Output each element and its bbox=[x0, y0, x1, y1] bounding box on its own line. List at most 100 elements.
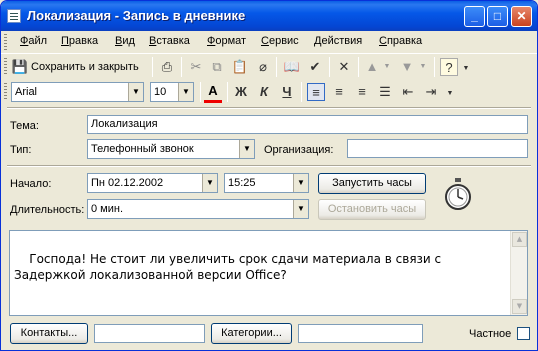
menu-format[interactable]: Формат bbox=[207, 35, 246, 47]
next-dropdown-icon[interactable]: ▼ bbox=[414, 58, 432, 76]
toolbar-separator bbox=[227, 82, 228, 102]
delete-icon[interactable]: ✕ bbox=[335, 58, 353, 76]
check-names-icon[interactable]: ✔ bbox=[306, 58, 324, 76]
close-icon: ✕ bbox=[516, 9, 527, 23]
menu-actions[interactable]: Действия bbox=[314, 35, 362, 47]
company-input[interactable] bbox=[347, 139, 528, 158]
minimize-button[interactable]: _ bbox=[464, 6, 485, 27]
toolbar-separator bbox=[276, 57, 277, 77]
cut-icon[interactable]: ✂ bbox=[187, 58, 205, 76]
toolbar-separator bbox=[329, 57, 330, 77]
duration-select[interactable]: 0 мин. ▼ bbox=[87, 199, 309, 219]
start-label: Начало: bbox=[10, 178, 52, 190]
font-size-select[interactable]: 10 ▼ bbox=[150, 82, 194, 102]
duration-value: 0 мин. bbox=[91, 203, 124, 215]
menu-help[interactable]: Справка bbox=[379, 35, 422, 47]
align-right-icon[interactable]: ≡ bbox=[353, 83, 371, 101]
maximize-button[interactable]: □ bbox=[487, 6, 508, 27]
contacts-button[interactable]: Контакты... bbox=[10, 323, 88, 344]
menu-tools[interactable]: Сервис bbox=[261, 35, 299, 47]
subject-label: Тема: bbox=[10, 120, 39, 132]
company-label: Организация: bbox=[264, 144, 334, 156]
chevron-down-icon[interactable]: ▼ bbox=[128, 83, 143, 101]
align-center-icon[interactable]: ≡ bbox=[330, 83, 348, 101]
copy-icon[interactable]: ⧉ bbox=[208, 58, 226, 76]
font-name-select[interactable]: Arial ▼ bbox=[11, 82, 144, 102]
window-title: Локализация - Запись в дневнике bbox=[27, 8, 246, 23]
toolbar-options-icon[interactable]: ▼ bbox=[441, 85, 459, 103]
previous-dropdown-icon[interactable]: ▼ bbox=[378, 58, 396, 76]
align-left-icon[interactable]: ≡ bbox=[307, 83, 325, 101]
start-time-select[interactable]: 15:25 ▼ bbox=[224, 173, 309, 193]
menu-view[interactable]: Вид bbox=[115, 35, 135, 47]
close-button[interactable]: ✕ bbox=[511, 6, 532, 27]
title-bar[interactable]: Локализация - Запись в дневнике _ □ ✕ bbox=[1, 1, 537, 31]
increase-indent-icon[interactable]: ⇥ bbox=[422, 83, 440, 101]
toolbar-separator bbox=[434, 57, 435, 77]
toolbar-grip[interactable] bbox=[4, 58, 7, 76]
floppy-disk-icon: 💾 bbox=[11, 59, 29, 74]
entry-type-value: Телефонный звонок bbox=[91, 143, 194, 155]
divider bbox=[7, 165, 531, 167]
categories-button[interactable]: Категории... bbox=[211, 323, 292, 344]
toolbar-separator bbox=[200, 82, 201, 102]
categories-input[interactable] bbox=[298, 324, 423, 343]
subject-input[interactable]: Локализация bbox=[87, 115, 528, 134]
help-icon[interactable]: ? bbox=[440, 58, 458, 76]
chevron-down-icon[interactable]: ▼ bbox=[178, 83, 193, 101]
private-checkbox[interactable] bbox=[517, 327, 530, 340]
menu-file[interactable]: Файл bbox=[20, 35, 47, 47]
start-time-value: 15:25 bbox=[228, 177, 256, 189]
font-color-icon[interactable]: A bbox=[204, 83, 222, 103]
start-date-select[interactable]: Пн 02.12.2002 ▼ bbox=[87, 173, 218, 193]
journal-icon bbox=[7, 9, 21, 23]
notes-text: Господа! Не стоит ли увеличить срок сдач… bbox=[14, 252, 442, 282]
start-timer-button[interactable]: Запустить часы bbox=[318, 173, 426, 194]
chevron-down-icon[interactable]: ▼ bbox=[239, 140, 254, 158]
private-label: Частное bbox=[469, 328, 512, 340]
formatting-toolbar: Arial ▼ 10 ▼ A Ж К Ч ≡ ≡ ≡ ☰ ⇤ ⇥ ▼ bbox=[1, 79, 537, 105]
chevron-down-icon[interactable]: ▼ bbox=[293, 200, 308, 218]
scroll-down-icon[interactable]: ▼ bbox=[512, 299, 527, 314]
font-size-value: 10 bbox=[154, 86, 167, 98]
contacts-input[interactable] bbox=[94, 324, 205, 343]
address-book-icon[interactable]: 📖 bbox=[283, 58, 301, 76]
chevron-down-icon[interactable]: ▼ bbox=[293, 174, 308, 192]
type-label: Тип: bbox=[10, 144, 32, 156]
bold-button[interactable]: Ж bbox=[232, 83, 250, 101]
toolbar-separator bbox=[181, 57, 182, 77]
maximize-icon: □ bbox=[493, 9, 502, 23]
chevron-down-icon[interactable]: ▼ bbox=[202, 174, 217, 192]
notes-textarea[interactable]: Господа! Не стоит ли увеличить срок сдач… bbox=[9, 230, 528, 316]
toolbar-separator bbox=[301, 82, 302, 102]
toolbar-grip[interactable] bbox=[4, 83, 7, 101]
entry-type-select[interactable]: Телефонный звонок ▼ bbox=[87, 139, 255, 159]
stop-timer-button[interactable]: Остановить часы bbox=[318, 199, 426, 220]
italic-button[interactable]: К bbox=[255, 83, 273, 101]
save-and-close-label: Сохранить и закрыть bbox=[31, 61, 139, 73]
standard-toolbar: 💾 Сохранить и закрыть ⎙ ✂ ⧉ 📋 ⌀ 📖 ✔ ✕ ▲ … bbox=[1, 53, 537, 79]
toolbar-separator bbox=[152, 57, 153, 77]
underline-button[interactable]: Ч bbox=[278, 83, 296, 101]
attach-icon[interactable]: ⌀ bbox=[254, 58, 272, 76]
menu-grip[interactable] bbox=[4, 34, 7, 50]
divider bbox=[7, 107, 531, 109]
menu-bar: Файл Правка Вид Вставка Формат Сервис Де… bbox=[1, 31, 537, 53]
duration-label: Длительность: bbox=[10, 204, 85, 216]
scroll-up-icon[interactable]: ▲ bbox=[512, 232, 527, 247]
minimize-icon: _ bbox=[471, 9, 478, 23]
toolbar-options-icon[interactable]: ▼ bbox=[457, 60, 475, 78]
stopwatch-icon bbox=[445, 178, 471, 210]
toolbar-separator bbox=[358, 57, 359, 77]
print-icon[interactable]: ⎙ bbox=[158, 58, 176, 76]
bullets-icon[interactable]: ☰ bbox=[376, 83, 394, 101]
menu-edit[interactable]: Правка bbox=[61, 35, 98, 47]
decrease-indent-icon[interactable]: ⇤ bbox=[399, 83, 417, 101]
journal-entry-window: Локализация - Запись в дневнике _ □ ✕ Фа… bbox=[0, 0, 538, 351]
paste-icon[interactable]: 📋 bbox=[231, 58, 249, 76]
font-name-value: Arial bbox=[15, 86, 38, 98]
menu-insert[interactable]: Вставка bbox=[149, 35, 190, 47]
vertical-scrollbar[interactable]: ▲ ▼ bbox=[510, 231, 527, 315]
start-date-value: Пн 02.12.2002 bbox=[91, 177, 164, 189]
save-and-close-button[interactable]: 💾 Сохранить и закрыть bbox=[11, 58, 139, 76]
